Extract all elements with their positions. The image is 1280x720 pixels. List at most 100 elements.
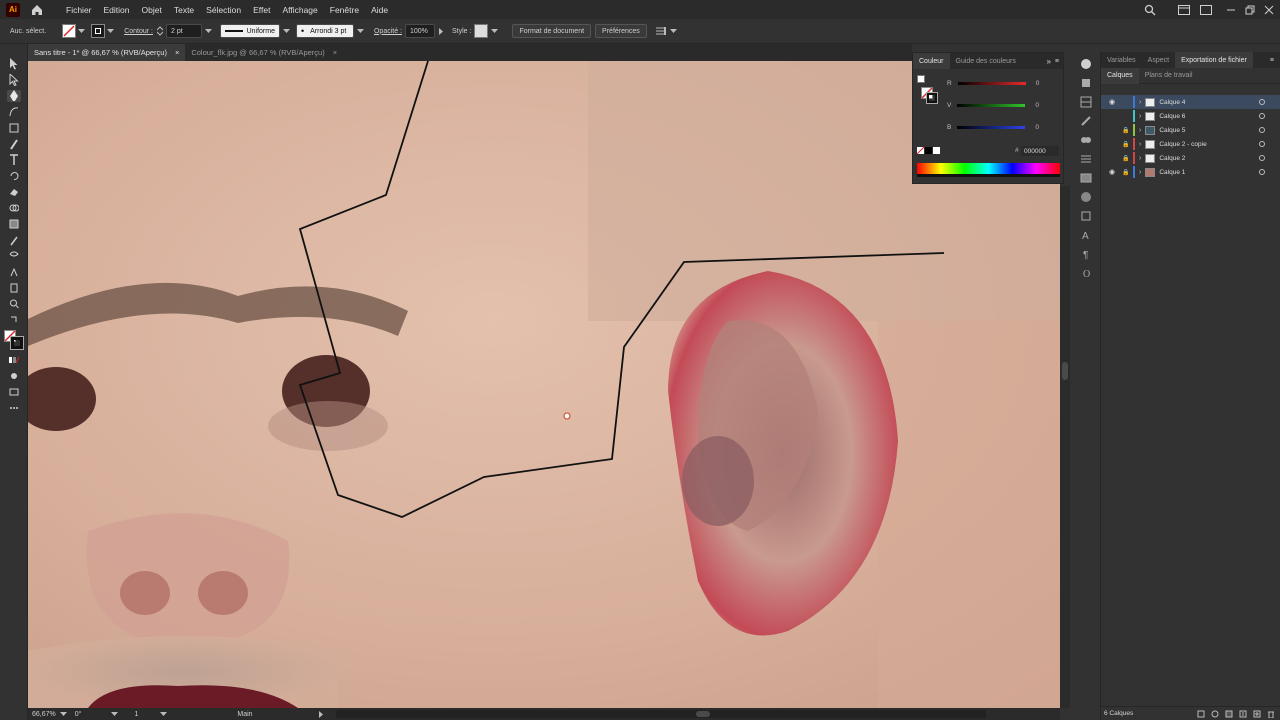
trash-icon[interactable] xyxy=(1267,710,1275,718)
tab-variables[interactable]: Variables xyxy=(1101,52,1142,68)
chevron-down-icon[interactable] xyxy=(78,28,86,34)
blend-tool-icon[interactable] xyxy=(7,250,21,262)
hex-input[interactable]: 000000 xyxy=(1021,146,1059,156)
new-sublayer-icon[interactable] xyxy=(1239,710,1247,718)
tab-sans-titre[interactable]: Sans titre - 1* @ 66,67 % (RVB/Aperçu) × xyxy=(28,44,186,61)
slider-value[interactable]: 0 xyxy=(1036,78,1050,88)
transparency-icon[interactable] xyxy=(1080,191,1092,203)
menu-fichier[interactable]: Fichier xyxy=(66,5,92,15)
vertical-scrollbar[interactable] xyxy=(1060,186,1070,708)
curvature-tool-icon[interactable] xyxy=(7,106,21,118)
menu-objet[interactable]: Objet xyxy=(142,5,162,15)
character-icon[interactable]: A xyxy=(1080,229,1092,241)
layer-row[interactable]: ◉ 🔒 › Calque 1 xyxy=(1101,165,1280,179)
screen-mode-icon[interactable] xyxy=(7,386,21,398)
locate-object-icon[interactable] xyxy=(1211,710,1219,718)
home-icon[interactable] xyxy=(30,3,44,17)
expand-chevron-icon[interactable]: › xyxy=(1139,99,1141,106)
gradient-panel-icon[interactable] xyxy=(1080,172,1092,184)
clipping-mask-icon[interactable] xyxy=(1225,710,1233,718)
brush-definition[interactable]: • Arrondi 3 pt xyxy=(295,24,354,38)
restore-icon[interactable] xyxy=(1245,0,1255,19)
libraries-icon[interactable] xyxy=(1080,77,1092,89)
artboard-number[interactable]: 1 xyxy=(134,711,138,718)
visibility-eye-icon[interactable]: ◉ xyxy=(1107,168,1117,176)
slider-b[interactable]: B 0 xyxy=(947,122,1049,132)
slider-track[interactable] xyxy=(957,103,1026,107)
panel-menu-icon[interactable]: ≡ xyxy=(1055,58,1059,65)
menu-edition[interactable]: Edition xyxy=(104,5,130,15)
workspace-icon[interactable] xyxy=(1178,0,1190,19)
slider-value[interactable]: 0 xyxy=(1035,122,1049,132)
stepper-icon[interactable] xyxy=(156,26,163,36)
tab-calques[interactable]: Calques xyxy=(1101,67,1139,84)
lock-icon[interactable]: 🔒 xyxy=(1121,127,1131,134)
type-tool-icon[interactable] xyxy=(7,154,21,166)
opentype-icon[interactable]: O xyxy=(1080,267,1092,279)
expand-chevron-icon[interactable]: › xyxy=(1139,113,1141,120)
arrange-icon[interactable] xyxy=(1200,0,1212,19)
chevron-down-icon[interactable] xyxy=(282,28,290,34)
chevron-down-icon[interactable] xyxy=(204,28,212,34)
none-swatch[interactable] xyxy=(917,147,924,154)
fill-none-swatch[interactable] xyxy=(62,24,77,38)
layer-row[interactable]: 🔒 › Calque 5 xyxy=(1101,123,1280,137)
zoom-tool-icon[interactable] xyxy=(7,298,21,310)
artboard-canvas[interactable] xyxy=(28,61,1060,708)
tab-guide-couleurs[interactable]: Guide des couleurs xyxy=(950,53,1022,69)
target-circle-icon[interactable] xyxy=(1259,141,1265,147)
arrange-documents-icon[interactable] xyxy=(655,26,667,36)
lock-icon[interactable]: 🔒 xyxy=(1121,141,1131,148)
direct-selection-tool-icon[interactable] xyxy=(7,74,21,86)
gradient-tool-icon[interactable] xyxy=(7,218,21,230)
slider-track[interactable] xyxy=(957,125,1026,129)
menu-selection[interactable]: Sélection xyxy=(206,5,241,15)
more-tools-icon[interactable] xyxy=(7,402,21,414)
scrollbar-thumb[interactable] xyxy=(695,711,710,717)
rotation-angle[interactable]: 0° xyxy=(75,711,82,718)
fill-swatch-group[interactable] xyxy=(62,24,86,38)
opacity-label[interactable]: Opacité : xyxy=(374,28,402,35)
chevron-down-icon[interactable] xyxy=(491,28,499,34)
appearance-icon[interactable] xyxy=(1080,210,1092,222)
chevron-down-icon[interactable] xyxy=(160,711,168,717)
rectangle-tool-icon[interactable] xyxy=(7,122,21,134)
expand-chevron-icon[interactable]: › xyxy=(1139,169,1141,176)
tab-colour-flk[interactable]: Colour_flk.jpg @ 66,67 % (RVB/Aperçu) × xyxy=(185,44,343,61)
shape-builder-tool-icon[interactable] xyxy=(7,202,21,214)
export-icon[interactable] xyxy=(1197,710,1205,718)
chevron-down-icon[interactable] xyxy=(111,711,119,717)
layer-row[interactable]: 🔒 › Calque 2 xyxy=(1101,151,1280,165)
close-icon[interactable]: × xyxy=(333,48,337,57)
expand-chevron-icon[interactable]: › xyxy=(1139,155,1141,162)
stroke-panel-icon[interactable] xyxy=(1080,153,1092,165)
menu-aide[interactable]: Aide xyxy=(371,5,388,15)
chevron-down-icon[interactable] xyxy=(669,28,677,34)
layer-name[interactable]: Calque 2 - copie xyxy=(1159,141,1206,148)
panel-collapse-icon[interactable]: » xyxy=(1046,57,1050,66)
eraser-tool-icon[interactable] xyxy=(7,186,21,198)
mini-fill[interactable] xyxy=(917,75,925,83)
black-swatch[interactable] xyxy=(925,147,932,154)
chevron-down-icon[interactable] xyxy=(107,28,115,34)
contour-label[interactable]: Contour : xyxy=(124,28,153,35)
swatches-icon[interactable] xyxy=(1080,96,1092,108)
target-circle-icon[interactable] xyxy=(1259,99,1265,105)
layer-row[interactable]: 🔒 › Calque 2 - copie xyxy=(1101,137,1280,151)
properties-icon[interactable] xyxy=(1080,58,1092,70)
mini-stroke[interactable] xyxy=(926,92,938,104)
tab-aspect[interactable]: Aspect xyxy=(1142,52,1175,68)
target-circle-icon[interactable] xyxy=(1259,155,1265,161)
stroke-swatch-group[interactable] xyxy=(91,24,115,38)
swap-colors-icon[interactable] xyxy=(7,314,21,326)
chevron-down-icon[interactable] xyxy=(59,711,67,717)
slider-value[interactable]: 0 xyxy=(1035,100,1049,110)
tab-couleur[interactable]: Couleur xyxy=(913,53,950,69)
visibility-eye-icon[interactable]: ◉ xyxy=(1107,98,1117,106)
chevron-down-icon[interactable] xyxy=(356,28,364,34)
brush-tool-icon[interactable] xyxy=(7,138,21,150)
stroke-swatch[interactable] xyxy=(91,24,106,38)
color-spectrum[interactable] xyxy=(917,163,1060,177)
menu-affichage[interactable]: Affichage xyxy=(282,5,317,15)
symbol-sprayer-tool-icon[interactable] xyxy=(7,266,21,278)
